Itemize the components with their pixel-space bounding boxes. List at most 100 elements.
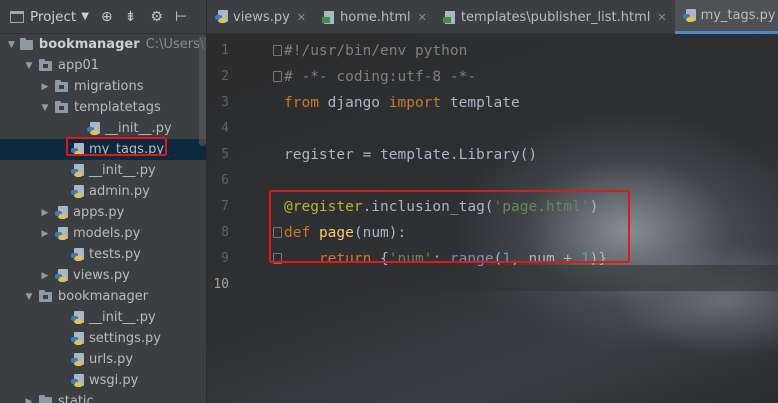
folder-icon — [39, 394, 52, 403]
tree-item-label: __init__.py — [89, 310, 156, 325]
tree-item[interactable]: ▶ apps.py — [0, 202, 206, 223]
html-tag-shape — [322, 16, 331, 23]
python-logo-yellow — [75, 171, 82, 177]
tree-item-label: views.py — [73, 268, 130, 283]
fold-marker-icon[interactable] — [273, 45, 282, 56]
line-number: 10 — [213, 277, 229, 292]
line-number: 3 — [221, 95, 229, 110]
editor-tab[interactable]: home.html ✕ — [314, 0, 435, 34]
python-file-icon — [71, 373, 84, 388]
expand-arrow-icon[interactable]: ▶ — [24, 397, 34, 403]
editor-tab[interactable]: views.py ✕ — [207, 0, 314, 34]
code-line[interactable]: register = template.Library() — [284, 142, 537, 168]
tree-item[interactable]: ▶ models.py — [0, 223, 206, 244]
python-logo-yellow — [75, 255, 82, 261]
project-view-selector[interactable]: Project — [30, 9, 76, 25]
tree-item-label: templatetags — [74, 100, 161, 115]
python-logo-yellow — [59, 276, 66, 282]
folder-icon — [39, 289, 52, 302]
close-icon[interactable]: ✕ — [418, 11, 427, 24]
python-logo-yellow — [75, 381, 82, 387]
close-icon[interactable]: ✕ — [297, 11, 306, 24]
tree-item[interactable]: __init__.py — [0, 307, 206, 328]
expand-arrow-icon[interactable]: ▶ — [40, 208, 50, 218]
tree-item-label: tests.py — [89, 247, 141, 262]
python-file-icon — [55, 268, 68, 283]
fold-marker-icon[interactable] — [273, 71, 282, 82]
tree-item[interactable]: urls.py — [0, 349, 206, 370]
tab-label: templates\publisher_list.html — [460, 9, 651, 25]
python-logo-yellow — [59, 234, 66, 240]
tree-item[interactable]: __init__.py — [0, 118, 206, 139]
line-number: 8 — [221, 225, 229, 240]
tree-item-label: settings.py — [89, 331, 161, 346]
tree-item[interactable]: settings.py — [0, 328, 206, 349]
line-number: 5 — [221, 147, 229, 162]
python-logo-yellow — [686, 16, 694, 22]
tree-item[interactable]: tests.py — [0, 244, 206, 265]
tree-item[interactable]: ▼ bookmanager C:\Users\791 — [0, 34, 206, 55]
python-file-icon — [71, 247, 84, 262]
tree-item-label: bookmanager — [58, 289, 149, 304]
code-line[interactable]: from django import template — [284, 90, 520, 116]
tree-item-label: app01 — [58, 58, 100, 73]
code-token: # -*- coding:utf-8 -*- — [284, 69, 477, 85]
python-file-icon — [55, 205, 68, 220]
tree-item[interactable]: ▼ bookmanager — [0, 286, 206, 307]
tree-item[interactable]: ▼ templatetags — [0, 97, 206, 118]
html-tag-shape — [442, 16, 451, 23]
expand-arrow-icon[interactable]: ▼ — [8, 40, 15, 50]
tree-item-label: bookmanager — [38, 37, 140, 52]
project-toolbar: Project ▼ ⊕ ⇟ ⚙ ⊢ — [0, 0, 206, 34]
tree-item-path: C:\Users\791 — [145, 37, 206, 52]
close-icon[interactable]: ✕ — [657, 11, 666, 24]
code-annotation-box — [269, 190, 630, 263]
python-file-icon — [71, 310, 84, 325]
expand-arrow-icon[interactable]: ▶ — [40, 229, 50, 239]
tree-item-label: admin.py — [89, 184, 150, 199]
python-file-icon — [71, 352, 84, 367]
tree-item[interactable]: admin.py — [0, 181, 206, 202]
tree-item-label: apps.py — [73, 205, 125, 220]
expand-arrow-icon[interactable]: ▶ — [40, 271, 50, 281]
expand-arrow-icon[interactable]: ▼ — [24, 61, 34, 71]
tree-item-label: urls.py — [89, 352, 134, 367]
line-number: 9 — [221, 251, 229, 266]
line-number: 2 — [221, 69, 229, 84]
code-line[interactable]: #!/usr/bin/env python — [284, 38, 467, 64]
tree-item[interactable]: ▼ app01 — [0, 55, 206, 76]
python-logo-yellow — [59, 213, 66, 219]
tree-item-label: __init__.py — [89, 163, 156, 178]
hide-icon[interactable]: ⊢ — [175, 9, 187, 25]
gear-icon[interactable]: ⚙ — [150, 9, 163, 25]
tree-item-label: static — [58, 394, 94, 403]
tree-item[interactable]: ▶ migrations — [0, 76, 206, 97]
editor-tab[interactable]: templates\publisher_list.html ✕ — [435, 0, 675, 34]
target-icon[interactable]: ⊕ — [101, 9, 113, 25]
python-logo-yellow — [75, 318, 82, 324]
python-logo-yellow — [75, 339, 82, 345]
line-number: 1 — [221, 43, 229, 58]
tree-item-label: __init__.py — [105, 121, 172, 136]
tree-item[interactable]: ▶ views.py — [0, 265, 206, 286]
expand-arrow-icon[interactable]: ▶ — [40, 82, 50, 92]
expand-arrow-icon[interactable]: ▼ — [40, 103, 50, 113]
tree-item[interactable]: wsgi.py — [0, 370, 206, 391]
tree-item[interactable]: __init__.py — [0, 160, 206, 181]
code-token: register = template.Library() — [284, 147, 538, 163]
collapse-icon[interactable]: ⇟ — [125, 9, 137, 25]
python-file-icon — [55, 226, 68, 241]
editor-tab[interactable]: my_tags.py✕ — [674, 0, 778, 34]
project-scrollbar[interactable] — [199, 36, 206, 146]
tab-label: home.html — [340, 9, 411, 25]
code-line[interactable]: # -*- coding:utf-8 -*- — [284, 64, 476, 90]
expand-arrow-icon[interactable]: ▼ — [24, 292, 34, 302]
line-number-gutter: 1 2 3 4 5 6 7 8 9 10 — [207, 34, 282, 403]
folder-icon — [39, 58, 52, 71]
chevron-down-icon[interactable]: ▼ — [81, 11, 89, 22]
python-file-icon — [71, 184, 84, 199]
code-token: #!/usr/bin/env python — [284, 43, 468, 59]
html-file-icon — [322, 10, 335, 24]
tree-item[interactable]: ▶ static — [0, 391, 206, 403]
line-number: 4 — [221, 121, 229, 136]
